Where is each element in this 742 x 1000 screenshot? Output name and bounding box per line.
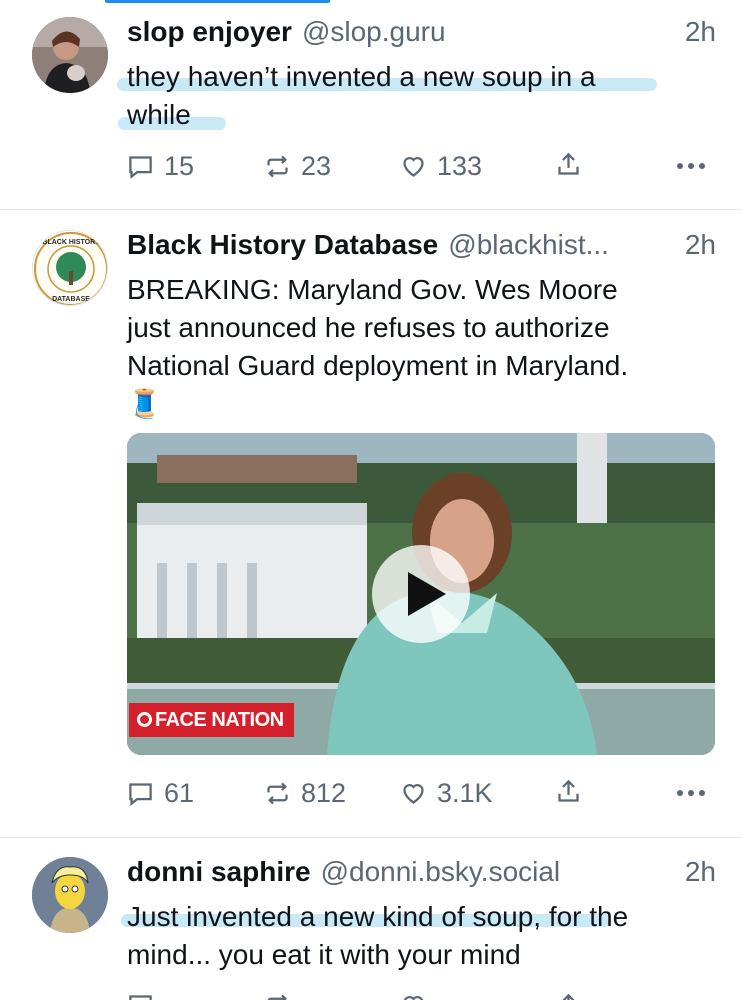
like-count: 133 <box>437 151 483 181</box>
post-actions: 15 23 133 <box>127 151 716 185</box>
avatar[interactable] <box>32 17 108 93</box>
post-actions: 61 812 3.1K <box>127 778 716 812</box>
like-icon <box>403 784 424 804</box>
share-icon <box>558 779 579 802</box>
more-icon <box>677 790 705 796</box>
avatar-text-top: BLACK HISTORY <box>42 239 100 246</box>
author-handle[interactable]: @donni.bsky.social <box>321 856 561 888</box>
like-button[interactable]: 133 <box>400 151 482 182</box>
post-text-line: National Guard deployment in Maryland. <box>127 350 629 381</box>
like-button[interactable]: 3.1K <box>400 778 493 809</box>
repost-button[interactable]: 23 <box>264 151 331 182</box>
play-button[interactable] <box>372 545 470 643</box>
reply-count: 15 <box>164 151 195 181</box>
timestamp[interactable]: 2h <box>675 229 716 261</box>
reply-icon <box>129 156 152 179</box>
cbs-eye-icon <box>137 712 152 727</box>
reply-button[interactable] <box>127 992 164 1000</box>
avatar[interactable] <box>32 857 108 933</box>
share-button[interactable] <box>555 151 592 178</box>
repost-count: 23 <box>301 151 332 181</box>
post-text-line: just announced he refuses to authorize <box>127 312 610 343</box>
post-text-line: while <box>127 99 191 130</box>
reply-count: 61 <box>164 778 195 808</box>
share-icon <box>558 152 579 175</box>
author-handle[interactable]: @blackhist... <box>448 229 609 261</box>
post-text-line: they haven’t invented a new soup in a <box>127 61 596 92</box>
reply-icon <box>129 995 152 1000</box>
post-text-line: Just invented a new kind of soup, for th… <box>127 901 629 932</box>
post-text: BREAKING: Maryland Gov. Wes Moore just a… <box>127 271 716 423</box>
more-icon <box>677 163 705 169</box>
repost-button[interactable] <box>264 992 301 1000</box>
more-button[interactable] <box>676 784 706 802</box>
like-icon <box>403 996 424 1000</box>
like-button[interactable] <box>400 992 437 1000</box>
author-name[interactable]: Black History Database <box>127 229 438 261</box>
share-button[interactable] <box>555 992 592 1000</box>
share-icon <box>562 993 575 1000</box>
share-button[interactable] <box>555 778 592 805</box>
author-name[interactable]: donni saphire <box>127 856 311 888</box>
repost-count: 812 <box>301 778 347 808</box>
reply-button[interactable]: 15 <box>127 151 194 182</box>
post[interactable]: donni saphire @donni.bsky.social 2h Just… <box>0 838 742 1000</box>
avatar[interactable]: BLACK HISTORY DATABASE <box>32 230 108 306</box>
more-button[interactable] <box>676 157 706 175</box>
reply-icon <box>129 783 152 806</box>
like-count: 3.1K <box>437 778 493 808</box>
like-icon <box>403 157 424 177</box>
reply-button[interactable]: 61 <box>127 778 194 809</box>
timestamp[interactable]: 2h <box>675 16 716 48</box>
author-handle[interactable]: @slop.guru <box>302 16 446 48</box>
author-name[interactable]: slop enjoyer <box>127 16 292 48</box>
post-text: they haven’t invented a new soup in a wh… <box>127 58 716 134</box>
repost-icon <box>267 155 288 178</box>
post-text: Just invented a new kind of soup, for th… <box>127 898 716 974</box>
post-text-line: mind... you eat it with your mind <box>127 939 521 970</box>
news-badge: FACE NATION <box>129 703 294 737</box>
post[interactable]: slop enjoyer @slop.guru 2h they haven’t … <box>0 0 742 210</box>
avatar-text-bottom: DATABASE <box>52 296 90 303</box>
repost-icon <box>267 994 287 1000</box>
post-actions <box>127 992 716 1000</box>
post-text-line: BREAKING: Maryland Gov. Wes Moore <box>127 274 618 305</box>
thread-emoji: 🧵 <box>127 388 162 419</box>
timestamp[interactable]: 2h <box>675 856 716 888</box>
repost-icon <box>267 782 288 805</box>
repost-button[interactable]: 812 <box>264 778 346 809</box>
news-badge-text: FACE NATION <box>155 709 284 731</box>
